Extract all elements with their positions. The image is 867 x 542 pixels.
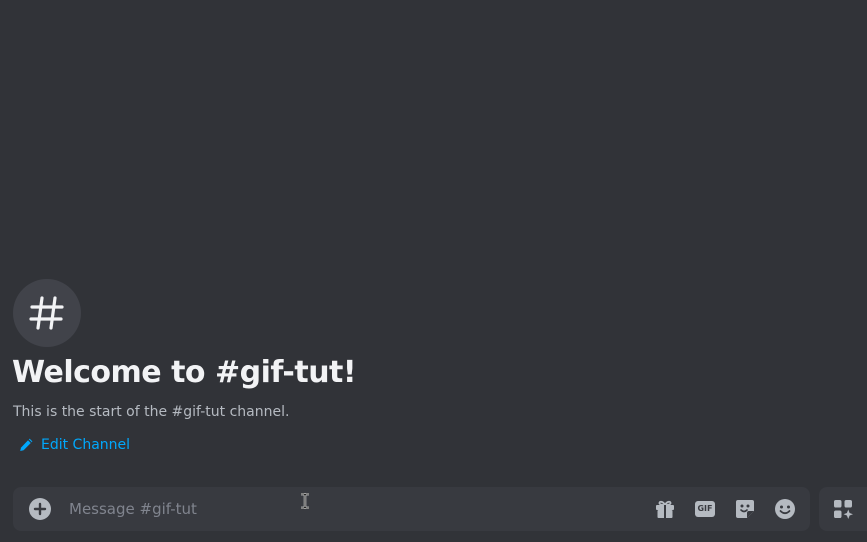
- app-launcher-icon: [834, 500, 853, 519]
- message-input[interactable]: [69, 496, 629, 522]
- gif-label: GIF: [697, 504, 713, 513]
- message-composer: GIF: [13, 487, 810, 531]
- channel-welcome-subtitle: This is the start of the #gif-tut channe…: [13, 404, 290, 420]
- channel-welcome-title: Welcome to #gif-tut!: [12, 355, 357, 390]
- channel-hash-badge: [13, 279, 81, 347]
- hash-icon: [29, 296, 64, 330]
- edit-channel-link[interactable]: Edit Channel: [18, 437, 130, 453]
- sticker-button[interactable]: [733, 497, 757, 521]
- emoji-icon: [775, 499, 795, 519]
- sticker-icon: [736, 500, 754, 518]
- app-launcher-button[interactable]: [819, 487, 867, 531]
- emoji-button[interactable]: [773, 497, 797, 521]
- attach-button[interactable]: [29, 498, 51, 520]
- gift-icon: [656, 500, 674, 518]
- plus-circle-icon: [33, 502, 47, 516]
- text-cursor-icon: [301, 493, 309, 509]
- edit-channel-label: Edit Channel: [41, 437, 131, 453]
- gift-button[interactable]: [653, 497, 677, 521]
- pencil-icon: [20, 438, 33, 451]
- chat-area: Welcome to #gif-tut! This is the start o…: [0, 0, 867, 542]
- gif-button[interactable]: GIF: [693, 497, 717, 521]
